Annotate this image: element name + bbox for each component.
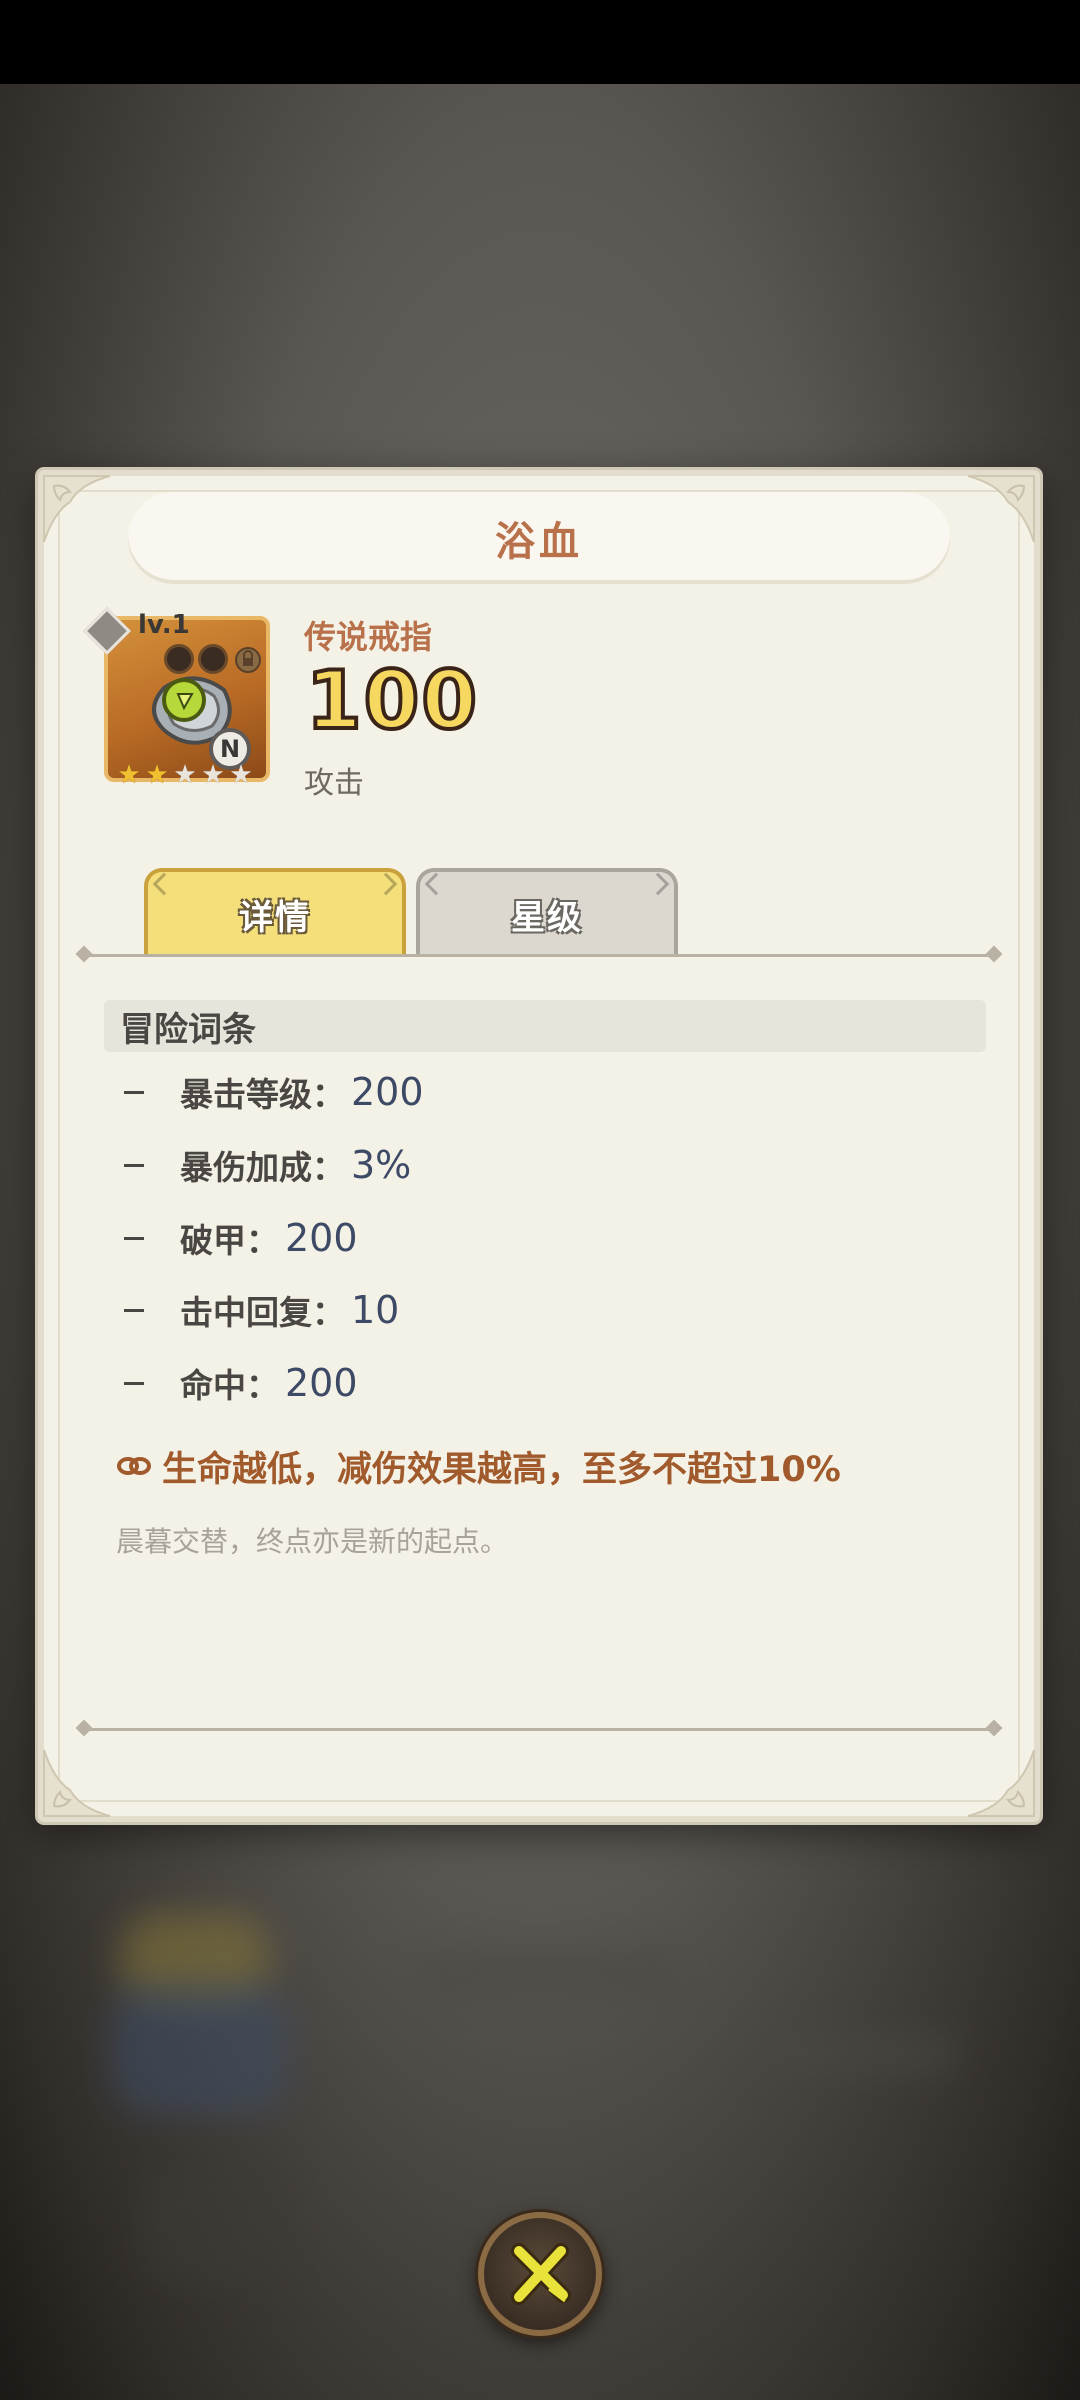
dash-icon xyxy=(124,1308,144,1312)
star-rating: ★ ★ ★ ★ ★ xyxy=(116,762,254,788)
item-stat-label: 攻击 xyxy=(304,766,364,801)
star-empty-icon: ★ xyxy=(229,760,253,790)
close-x-icon xyxy=(511,2243,571,2305)
tab-stars[interactable]: 星级 xyxy=(416,868,678,956)
attribute-name: 击中回复： xyxy=(180,1293,345,1332)
corner-ornament-icon xyxy=(967,475,1035,543)
dash-icon xyxy=(124,1090,144,1094)
attribute-name: 破甲： xyxy=(180,1221,279,1260)
divider xyxy=(84,954,994,957)
corner-ornament-icon xyxy=(967,1749,1035,1817)
attribute-row: 暴击等级： 200 xyxy=(124,1064,424,1120)
passive-effect: 生命越低，减伤效果越高，至多不超过10% xyxy=(116,1438,841,1494)
attribute-row: 暴伤加成： 3% xyxy=(124,1137,411,1193)
star-filled-icon: ★ xyxy=(145,760,169,790)
attribute-name: 暴伤加成： xyxy=(180,1148,345,1187)
divider xyxy=(84,1728,994,1731)
star-empty-icon: ★ xyxy=(201,760,225,790)
attribute-name: 命中： xyxy=(180,1366,279,1405)
attribute-value: 200 xyxy=(285,1361,358,1405)
section-title: 冒险词条 xyxy=(104,1000,986,1052)
tab-label: 星级 xyxy=(511,897,583,938)
attribute-value: 200 xyxy=(285,1216,358,1260)
item-detail-dialog: 浴血 lv.1 N ★ ★ ★ ★ ★ 传说戒指 100 攻击 详情 星级 冒险 xyxy=(38,470,1040,1822)
attribute-row: 命中： 200 xyxy=(124,1355,358,1411)
link-icon xyxy=(117,1457,151,1475)
gem-socket-empty xyxy=(164,644,194,674)
attribute-value: 3% xyxy=(351,1143,412,1187)
attribute-value: 10 xyxy=(351,1288,400,1332)
gem-socket-empty xyxy=(198,644,228,674)
attribute-row: 破甲： 200 xyxy=(124,1210,358,1266)
flavor-text: 晨暮交替，终点亦是新的起点。 xyxy=(116,1525,509,1558)
attribute-value: 200 xyxy=(351,1070,424,1114)
dash-icon xyxy=(124,1381,144,1385)
title-bar: 浴血 xyxy=(128,492,950,584)
item-name: 传说戒指 xyxy=(304,618,433,656)
tab-details[interactable]: 详情 xyxy=(144,868,406,956)
star-filled-icon: ★ xyxy=(117,760,141,790)
corner-ornament-icon xyxy=(43,1749,111,1817)
dash-icon xyxy=(124,1163,144,1167)
passive-effect-text: 生命越低，减伤效果越高，至多不超过10% xyxy=(162,1449,841,1490)
tab-label: 详情 xyxy=(239,897,311,938)
item-stat-value: 100 xyxy=(304,652,479,749)
attribute-row: 击中回复： 10 xyxy=(124,1282,399,1338)
dash-icon xyxy=(124,1236,144,1240)
item-level: lv.1 xyxy=(138,610,190,640)
dialog-title: 浴血 xyxy=(495,519,583,565)
close-button[interactable] xyxy=(478,2212,602,2336)
star-empty-icon: ★ xyxy=(173,760,197,790)
status-bar xyxy=(0,0,1080,84)
attribute-name: 暴击等级： xyxy=(180,1075,345,1114)
corner-ornament-icon xyxy=(43,475,111,543)
lock-icon xyxy=(235,647,261,673)
